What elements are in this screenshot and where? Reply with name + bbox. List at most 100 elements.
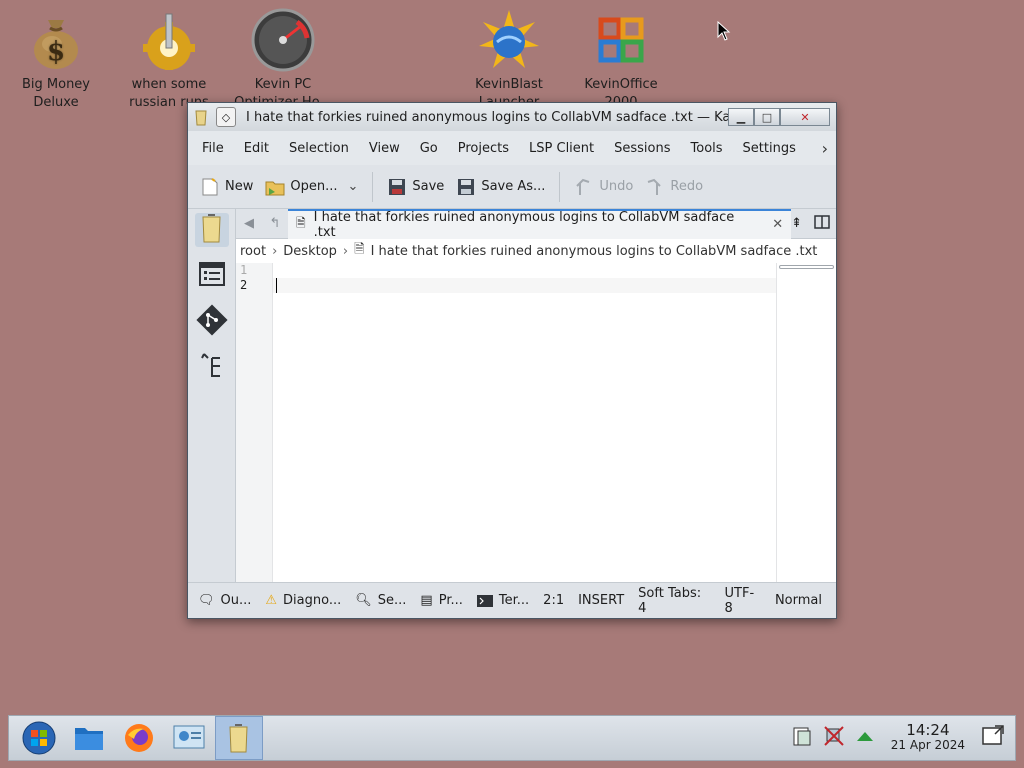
minimize-button[interactable]: ▁: [728, 108, 754, 126]
menu-sessions[interactable]: Sessions: [604, 141, 680, 156]
undo-button[interactable]: Undo: [574, 177, 633, 197]
system-settings-button[interactable]: [165, 716, 213, 760]
tab-document[interactable]: 🗎 I hate that forkies ruined anonymous l…: [287, 208, 792, 240]
status-bar: 🗨 Ou... ⚠ Diagno... 🔍︎ Se... ▤ Pr... Ter…: [188, 582, 836, 618]
breadcrumb-desktop[interactable]: Desktop: [283, 244, 337, 259]
firefox-icon: [125, 724, 153, 752]
menu-view[interactable]: View: [359, 141, 410, 156]
cursor-position[interactable]: 2:1: [543, 593, 564, 608]
menu-tools[interactable]: Tools: [681, 141, 733, 156]
save-as-button[interactable]: Save As...: [456, 177, 545, 197]
redo-button[interactable]: Redo: [645, 177, 703, 197]
indentation-setting[interactable]: Soft Tabs: 4: [638, 586, 710, 616]
menu-bar: File Edit Selection View Go Projects LSP…: [188, 131, 836, 165]
main-toolbar: New Open... ⌄ Save Save As... Undo Redo: [188, 165, 836, 209]
menu-edit[interactable]: Edit: [234, 141, 279, 156]
output-panel-button[interactable]: 🗨 Ou...: [198, 593, 251, 608]
title-bar[interactable]: ◇ I hate that forkies ruined anonymous l…: [188, 103, 836, 131]
starburst-globe-icon: [477, 8, 541, 72]
tab-back-arrow-icon[interactable]: ◀: [236, 216, 262, 231]
input-mode[interactable]: INSERT: [578, 593, 624, 608]
sidebar-git-button[interactable]: [195, 304, 229, 340]
minimap-scrollbar[interactable]: [776, 263, 836, 582]
sidebar-documents-button[interactable]: [194, 213, 229, 247]
desktop-icon-kevinoffice-2000[interactable]: KevinOffice 2000: [566, 8, 676, 112]
tree-structure-icon: [200, 352, 224, 384]
redo-arrow-icon: [645, 177, 665, 197]
search-panel-button[interactable]: 🔍︎ Se...: [355, 593, 406, 608]
open-folder-icon: [265, 177, 285, 197]
firefox-button[interactable]: [115, 716, 163, 760]
clipboard-icon[interactable]: [791, 725, 813, 751]
warning-icon: ⚠: [265, 593, 278, 608]
tab-close-icon[interactable]: ✕: [772, 217, 783, 232]
close-button[interactable]: ✕: [780, 108, 830, 126]
clock[interactable]: 14:24 21 Apr 2024: [891, 723, 965, 753]
breadcrumb-chevron-icon: ›: [342, 243, 349, 259]
quick-open-icon[interactable]: ⇞: [791, 216, 802, 231]
breadcrumb-root[interactable]: root: [240, 244, 266, 259]
svg-text:$: $: [47, 37, 65, 67]
file-manager-button[interactable]: [65, 716, 113, 760]
mouse-pointer-icon: [717, 20, 731, 45]
menu-file[interactable]: File: [192, 141, 234, 156]
line-number-gutter: 1 2: [236, 263, 273, 582]
menu-selection[interactable]: Selection: [279, 141, 359, 156]
folder-icon: [75, 728, 103, 750]
terminal-panel-button[interactable]: Ter...: [476, 593, 529, 608]
menu-projects[interactable]: Projects: [448, 141, 519, 156]
documents-icon: [200, 213, 224, 247]
text-view[interactable]: [273, 263, 776, 582]
editor-area[interactable]: 1 2: [236, 263, 836, 582]
gear-joystick-icon: [137, 8, 201, 72]
project-list-icon: ▤: [420, 593, 433, 608]
list-view-icon: [198, 262, 225, 290]
pin-window-button[interactable]: ◇: [216, 107, 236, 127]
projects-panel-button[interactable]: ▤ Pr...: [420, 593, 462, 608]
desktop-icon-big-money-deluxe[interactable]: $ Big Money Deluxe: [1, 8, 111, 112]
kate-taskbar-button[interactable]: [215, 716, 263, 760]
open-button[interactable]: Open... ⌄: [265, 177, 358, 197]
sidebar-symbols-button[interactable]: [195, 351, 229, 385]
split-view-icon[interactable]: [814, 214, 830, 233]
search-icon: 🔍︎: [355, 593, 372, 608]
menu-overflow-chevron-icon[interactable]: ›: [822, 139, 828, 158]
updates-arrow-icon[interactable]: [855, 729, 875, 747]
new-document-icon: [200, 177, 220, 197]
open-dropdown-chevron-icon[interactable]: ⌄: [347, 179, 358, 194]
desktop-icon-kevinblast-launcher[interactable]: KevinBlast Launcher: [454, 8, 564, 112]
kate-notepad-icon: [229, 724, 248, 753]
kate-window[interactable]: ◇ I hate that forkies ruined anonymous l…: [187, 102, 837, 619]
tab-forward-arrow-icon[interactable]: ↰: [262, 216, 288, 231]
office-logo-icon: [589, 8, 653, 72]
menu-go[interactable]: Go: [410, 141, 448, 156]
menu-lsp-client[interactable]: LSP Client: [519, 141, 604, 156]
taskbar: 14:24 21 Apr 2024: [8, 715, 1016, 761]
toolbar-separator: [372, 171, 374, 202]
terminal-icon: [476, 594, 493, 607]
tab-bar: ◀ ↰ 🗎 I hate that forkies ruined anonymo…: [236, 208, 836, 240]
start-menu-button[interactable]: [15, 716, 63, 760]
new-button[interactable]: New: [200, 177, 253, 197]
menu-settings[interactable]: Settings: [733, 141, 806, 156]
diagnostics-panel-button[interactable]: ⚠ Diagno...: [265, 593, 341, 608]
breadcrumb: root › Desktop › 🗎 I hate that forkies r…: [236, 239, 836, 263]
money-bag-icon: $: [24, 8, 88, 72]
toolbar-separator: [559, 171, 561, 202]
windows-orb-icon: [22, 721, 56, 755]
breadcrumb-chevron-icon: ›: [272, 243, 278, 259]
minimap-viewport[interactable]: [779, 265, 834, 269]
encoding-setting[interactable]: UTF-8: [725, 586, 761, 616]
desktop-icon-when-some-russian-runs[interactable]: when some russian runs: [114, 8, 224, 112]
sidebar-projects-button[interactable]: [195, 259, 229, 293]
desktop-icon-kevin-pc-optimizer[interactable]: Kevin PC Optimizer Ho...: [228, 8, 338, 112]
git-icon: [195, 304, 228, 340]
maximize-button[interactable]: □: [754, 108, 780, 126]
save-button[interactable]: Save: [387, 177, 444, 197]
syntax-mode[interactable]: Normal: [775, 593, 822, 608]
breadcrumb-file[interactable]: I hate that forkies ruined anonymous log…: [371, 244, 818, 259]
show-desktop-icon[interactable]: [981, 724, 1005, 752]
network-disconnected-icon[interactable]: [823, 725, 845, 751]
system-tray: 14:24 21 Apr 2024: [791, 723, 1015, 753]
floppy-disk-save-as-icon: [456, 177, 476, 197]
